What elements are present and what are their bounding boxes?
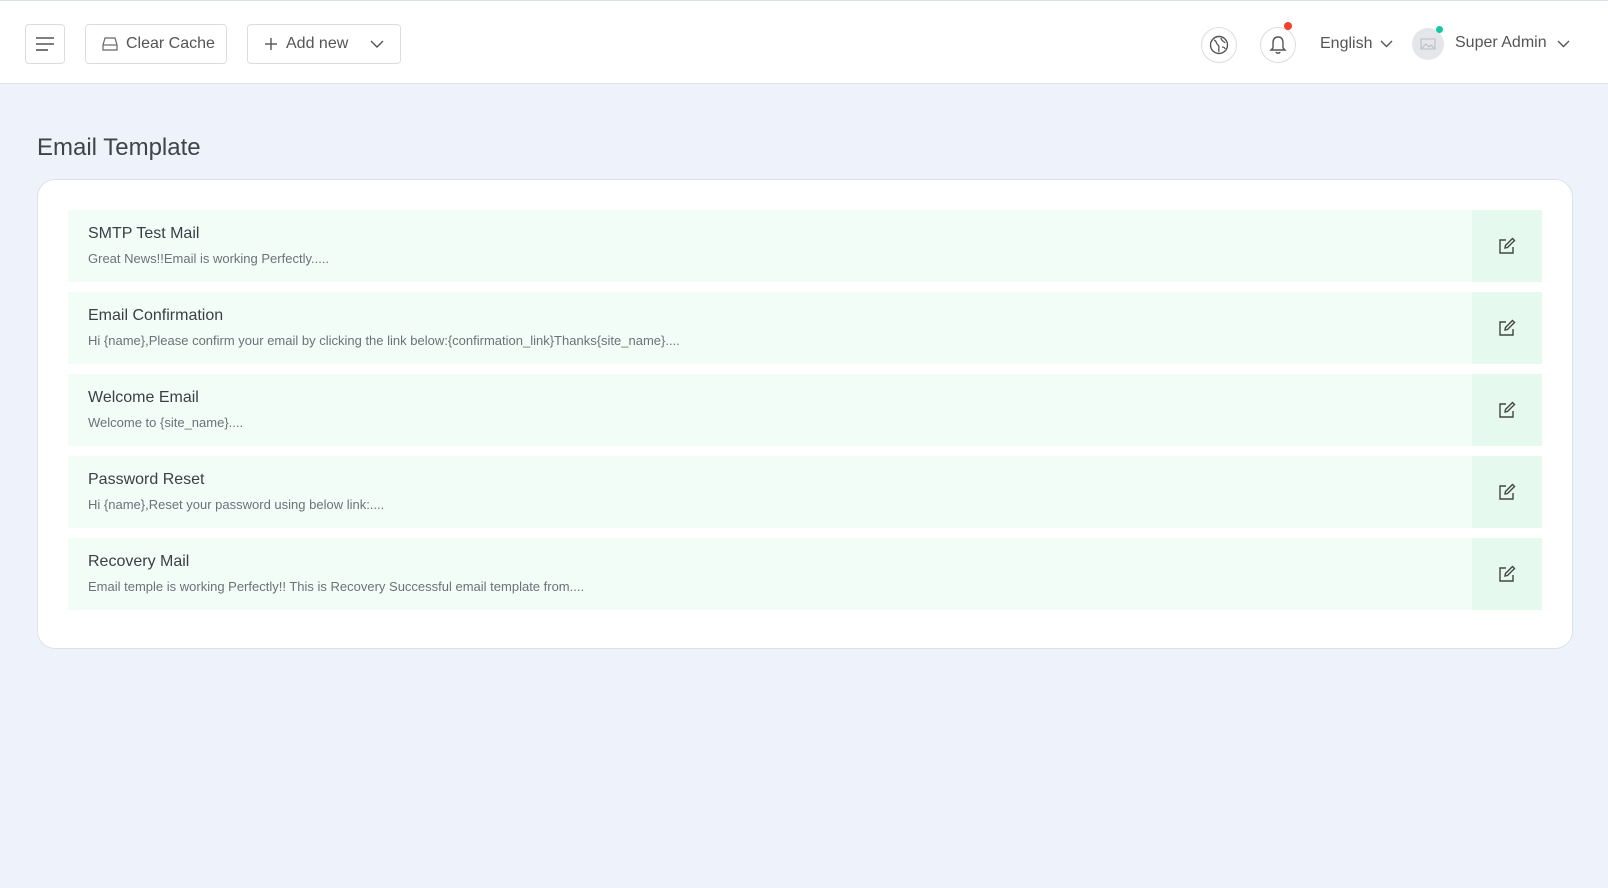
hamburger-icon [36,37,54,51]
template-description: Great News!!Email is working Perfectly..… [88,251,330,266]
top-navbar: Clear Cache Add new English Super Admin [0,0,1608,84]
plus-icon [265,38,277,50]
chevron-down-icon [1380,40,1393,48]
edit-icon [1499,483,1516,500]
website-globe-button[interactable] [1201,27,1237,63]
image-placeholder-icon [1420,38,1436,50]
template-description: Hi {name},Please confirm your email by c… [88,333,680,348]
online-status-dot [1436,26,1443,33]
edit-template-button[interactable] [1472,456,1542,528]
email-template-card: SMTP Test Mail Great News!!Email is work… [37,179,1573,649]
chevron-down-icon [1557,40,1570,48]
broom-icon [102,37,118,51]
clear-cache-label: Clear Cache [126,35,215,52]
add-new-dropdown[interactable]: Add new [247,24,401,64]
edit-template-button[interactable] [1472,292,1542,364]
template-description: Hi {name},Reset your password using belo… [88,497,385,512]
user-menu[interactable]: Super Admin [1455,31,1570,55]
template-row: SMTP Test Mail Great News!!Email is work… [68,210,1542,282]
language-label: English [1320,35,1373,52]
clear-cache-button[interactable]: Clear Cache [85,24,227,64]
template-row: Recovery Mail Email temple is working Pe… [68,538,1542,610]
template-title: Recovery Mail [88,553,190,570]
edit-template-button[interactable] [1472,210,1542,282]
template-row: Email Confirmation Hi {name},Please conf… [68,292,1542,364]
template-title: Password Reset [88,471,205,488]
language-selector[interactable]: English [1320,32,1393,56]
globe-icon [1209,35,1229,55]
template-title: SMTP Test Mail [88,225,200,242]
user-name: Super Admin [1455,34,1547,51]
template-description: Welcome to {site_name}.... [88,415,244,430]
edit-icon [1499,565,1516,582]
template-description: Email temple is working Perfectly!! This… [88,579,585,594]
notification-badge-dot [1284,22,1292,30]
edit-icon [1499,319,1516,336]
template-title: Welcome Email [88,389,199,406]
sidebar-toggle-button[interactable] [25,24,65,64]
chevron-down-icon [370,40,384,48]
notifications-button[interactable] [1260,27,1296,63]
edit-template-button[interactable] [1472,374,1542,446]
edit-icon [1499,237,1516,254]
template-row: Welcome Email Welcome to {site_name}.... [68,374,1542,446]
edit-template-button[interactable] [1472,538,1542,610]
edit-icon [1499,401,1516,418]
page-title: Email Template [37,134,201,161]
add-new-label: Add new [286,35,349,52]
template-title: Email Confirmation [88,307,224,324]
bell-icon [1269,36,1287,54]
template-row: Password Reset Hi {name},Reset your pass… [68,456,1542,528]
